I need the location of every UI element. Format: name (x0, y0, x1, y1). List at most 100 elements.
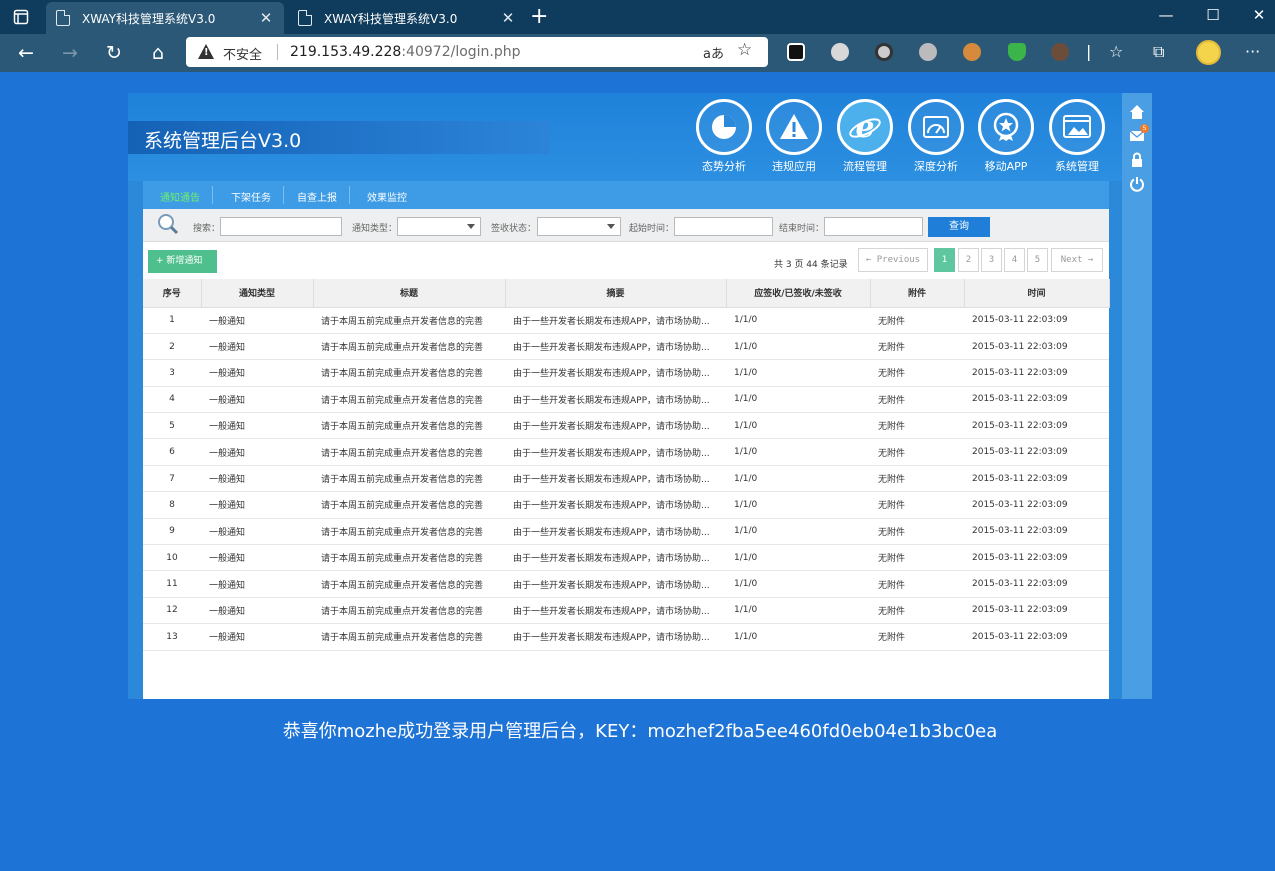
col-type[interactable]: 通知类型 (201, 279, 314, 308)
gear-extension-icon[interactable] (1051, 43, 1069, 61)
home-icon[interactable]: ⌂ (145, 41, 171, 65)
read-aloud-icon[interactable]: aあ (703, 43, 724, 62)
workspaces-icon[interactable] (6, 6, 36, 28)
table-cell: 请于本周五前完成重点开发者信息的完善 (313, 491, 505, 519)
col-sign-status[interactable]: 应签收/已签收/未签收 (726, 279, 871, 308)
table-row[interactable]: 13 一般通知 请于本周五前完成重点开发者信息的完善 由于一些开发者长期发布违规APP… (143, 623, 1109, 651)
table-row[interactable]: 11 一般通知 请于本周五前完成重点开发者信息的完善 由于一些开发者长期发布违规APP… (143, 570, 1109, 598)
collections-icon[interactable]: ⧉ (1153, 42, 1164, 62)
table-row[interactable]: 3 一般通知 请于本周五前完成重点开发者信息的完善 由于一些开发者长期发布违规APP，… (143, 359, 1109, 387)
address-bar[interactable]: 不安全 219.153.49.228:40972/login.php aあ ☆ (186, 37, 768, 67)
home-icon[interactable] (1129, 104, 1145, 120)
window-settings-icon (1063, 115, 1091, 138)
module-mobile-app[interactable]: 移动APP (975, 99, 1037, 174)
tab-notices[interactable]: 通知通告 (160, 189, 200, 204)
page-5[interactable]: 5 (1027, 248, 1048, 272)
table-cell: 无附件 (870, 412, 964, 440)
module-process[interactable]: e 流程管理 (834, 99, 896, 174)
tab-active[interactable]: XWAY科技管理系统V3.0 ✕ (46, 2, 284, 34)
security-label[interactable]: 不安全 (223, 44, 262, 63)
table-cell: 一般通知 (201, 597, 313, 625)
table-cell: 1/1/0 (726, 597, 870, 625)
maximize-icon[interactable]: ☐ (1190, 0, 1236, 30)
table-row[interactable]: 9 一般通知 请于本周五前完成重点开发者信息的完善 由于一些开发者长期发布违规APP，… (143, 518, 1109, 546)
previous-button[interactable]: ← Previous (858, 248, 928, 272)
col-index[interactable]: 序号 (143, 279, 202, 308)
col-time[interactable]: 时间 (964, 279, 1110, 308)
forward-icon[interactable]: → (57, 41, 83, 65)
table-cell: 由于一些开发者长期发布违规APP，请市场协助... (505, 570, 726, 598)
table-cell: 由于一些开发者长期发布违规APP，请市场协助... (505, 518, 726, 546)
extension-icon[interactable] (831, 43, 849, 61)
table-cell: 请于本周五前完成重点开发者信息的完善 (313, 570, 505, 598)
col-attachment[interactable]: 附件 (870, 279, 965, 308)
close-icon[interactable]: ✕ (500, 9, 516, 27)
table-cell: 一般通知 (201, 386, 313, 414)
table-cell: 1/1/0 (726, 438, 870, 466)
notice-type-select[interactable] (397, 217, 481, 236)
warning-icon (780, 114, 808, 139)
search-input[interactable] (220, 217, 342, 236)
page-3[interactable]: 3 (981, 248, 1002, 272)
dashboard-icon (923, 116, 949, 138)
table-row[interactable]: 7 一般通知 请于本周五前完成重点开发者信息的完善 由于一些开发者长期发布违规APP，… (143, 465, 1109, 493)
col-summary[interactable]: 摘要 (505, 279, 727, 308)
extension-icon[interactable] (875, 43, 893, 61)
table-cell: 2015-03-11 22:03:09 (964, 491, 1109, 519)
notice-table: 序号 通知类型 标题 摘要 应签收/已签收/未签收 附件 时间 1 一般通知 请于本… (143, 279, 1110, 651)
cookie-extension-icon[interactable] (963, 43, 981, 61)
page-2[interactable]: 2 (958, 248, 979, 272)
table-row[interactable]: 2 一般通知 请于本周五前完成重点开发者信息的完善 由于一些开发者长期发布违规APP，… (143, 333, 1109, 361)
table-row[interactable]: 5 一般通知 请于本周五前完成重点开发者信息的完善 由于一些开发者长期发布违规APP，… (143, 412, 1109, 440)
extension-icon[interactable] (919, 43, 937, 61)
tab-self-report[interactable]: 自查上报 (297, 189, 337, 204)
sign-status-select[interactable] (537, 217, 621, 236)
table-row[interactable]: 6 一般通知 请于本周五前完成重点开发者信息的完善 由于一些开发者长期发布违规APP，… (143, 438, 1109, 466)
table-row[interactable]: 12 一般通知 请于本周五前完成重点开发者信息的完善 由于一些开发者长期发布违规APP… (143, 597, 1109, 625)
window-close-icon[interactable]: ✕ (1236, 0, 1275, 30)
extension-icon[interactable] (787, 43, 805, 61)
lock-icon[interactable] (1129, 152, 1145, 168)
end-time-input[interactable] (824, 217, 923, 236)
next-button[interactable]: Next → (1051, 248, 1103, 272)
back-icon[interactable]: ← (13, 41, 39, 65)
table-header-row: 序号 通知类型 标题 摘要 应签收/已签收/未签收 附件 时间 (143, 279, 1110, 308)
table-cell: 1/1/0 (726, 518, 870, 546)
module-situation[interactable]: 态势分析 (693, 99, 755, 174)
favorites-icon[interactable]: ☆ (1109, 42, 1123, 61)
new-tab-icon[interactable]: + (530, 4, 548, 30)
shield-extension-icon[interactable] (1008, 43, 1026, 61)
module-deep-analysis[interactable]: 深度分析 (905, 99, 967, 174)
table-row[interactable]: 1 一般通知 请于本周五前完成重点开发者信息的完善 由于一些开发者长期发布违规APP，… (143, 307, 1109, 334)
tab-monitoring[interactable]: 效果监控 (367, 189, 407, 204)
query-button[interactable]: 查询 (928, 217, 990, 237)
table-row[interactable]: 10 一般通知 请于本周五前完成重点开发者信息的完善 由于一些开发者长期发布违规APP… (143, 544, 1109, 572)
page-4[interactable]: 4 (1004, 248, 1025, 272)
add-favorite-icon[interactable]: ☆ (737, 40, 752, 60)
table-row[interactable]: 4 一般通知 请于本周五前完成重点开发者信息的完善 由于一些开发者长期发布违规APP，… (143, 386, 1109, 414)
tab-inactive[interactable]: XWAY科技管理系统V3.0 ✕ (288, 2, 526, 34)
power-icon[interactable] (1129, 176, 1145, 192)
ie-logo-icon: e (849, 110, 881, 145)
minimize-icon[interactable]: — (1143, 0, 1189, 30)
url-text[interactable]: 219.153.49.228:40972/login.php (290, 44, 521, 60)
avatar[interactable] (1196, 40, 1221, 65)
table-cell: 无附件 (870, 544, 964, 572)
more-icon[interactable]: ··· (1245, 42, 1260, 61)
col-title[interactable]: 标题 (313, 279, 506, 308)
table-cell: 一般通知 (201, 623, 313, 651)
module-system[interactable]: 系统管理 (1046, 99, 1108, 174)
reload-icon[interactable]: ↻ (101, 41, 127, 65)
table-cell: 1/1/0 (726, 570, 870, 598)
table-cell: 1 (143, 307, 201, 334)
start-time-input[interactable] (674, 217, 773, 236)
module-violation[interactable]: 违规应用 (763, 99, 825, 174)
tab-takedown[interactable]: 下架任务 (231, 189, 271, 204)
close-icon[interactable]: ✕ (258, 9, 274, 27)
table-cell: 请于本周五前完成重点开发者信息的完善 (313, 597, 505, 625)
add-notice-button[interactable]: + 新增通知 (148, 250, 217, 273)
app-header: 系统管理后台V3.0 态势分析 违规应用 e 流程管理 深度分析 移动APP 系… (128, 93, 1124, 181)
table-row[interactable]: 8 一般通知 请于本周五前完成重点开发者信息的完善 由于一些开发者长期发布违规APP，… (143, 491, 1109, 519)
page-1[interactable]: 1 (934, 248, 955, 272)
table-cell: 无附件 (870, 307, 964, 334)
